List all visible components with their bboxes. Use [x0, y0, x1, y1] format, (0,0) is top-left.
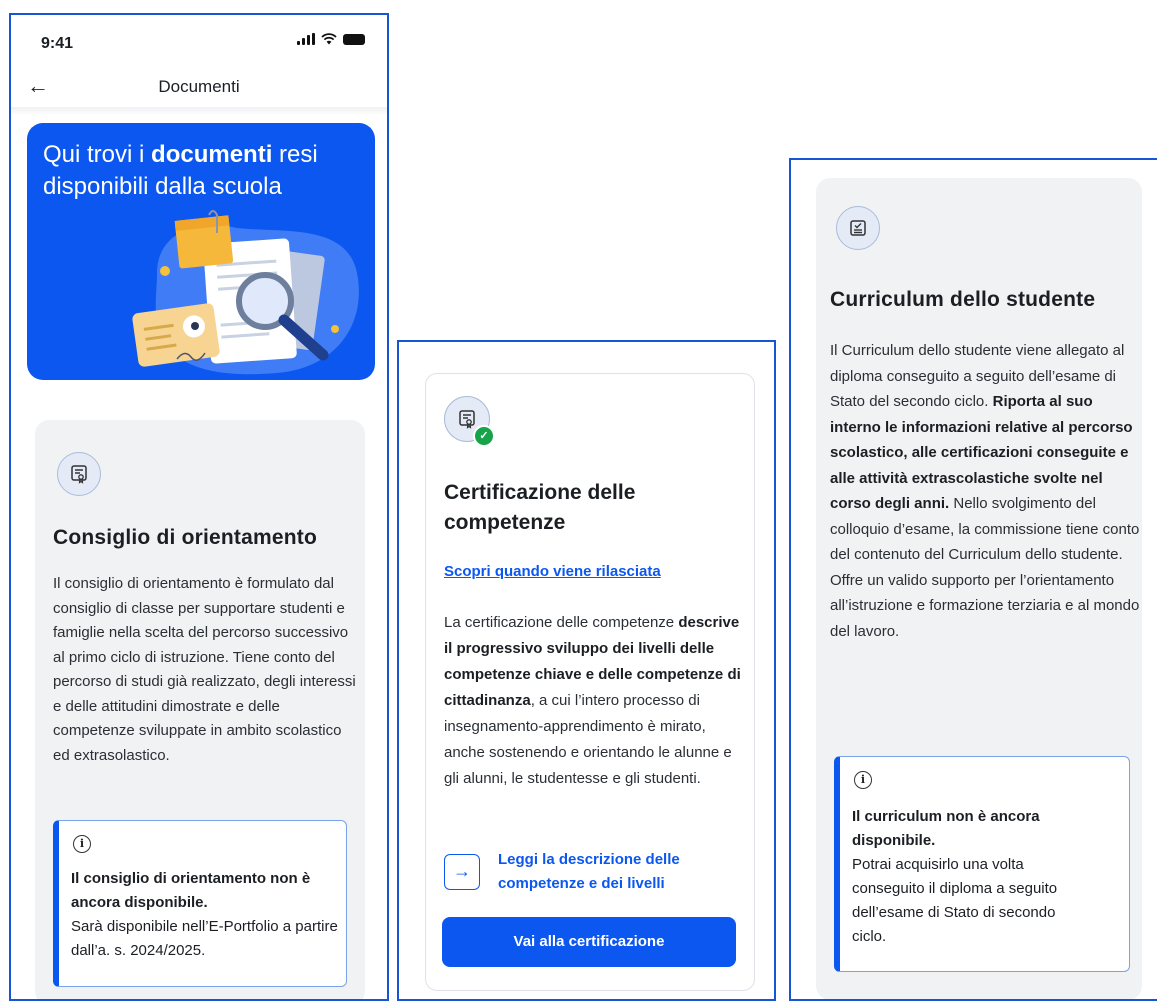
- notice-box: i Il curriculum non è ancora disponibile…: [834, 756, 1130, 972]
- certificate-check-icon: ✓: [444, 396, 495, 447]
- status-time: 9:41: [41, 35, 74, 52]
- card-description: La certificazione delle competenze descr…: [444, 610, 746, 792]
- check-badge-icon: ✓: [473, 425, 495, 447]
- wifi-icon: [321, 33, 337, 45]
- notice-description: Sarà disponibile nell’E-Portfolio a part…: [71, 918, 338, 959]
- top-navbar: ← Documenti: [11, 67, 387, 107]
- screen-curriculum: Curriculum dello studente Il Curriculum …: [789, 158, 1157, 1001]
- notice-text: Il curriculum non è ancora disponibile. …: [852, 805, 1072, 949]
- hero-banner: Qui trovi i documenti resi disponibili d…: [27, 123, 375, 380]
- card-certificazione-competenze: ✓ Certificazione delle competenze Scopri…: [425, 373, 755, 991]
- link-row: Scopri quando viene rilasciata: [444, 563, 661, 581]
- info-icon: i: [854, 771, 872, 789]
- page-title: Documenti: [158, 77, 240, 96]
- card-curriculum-studente: Curriculum dello studente Il Curriculum …: [816, 178, 1142, 999]
- notice-description: Potrai acquisirlo una volta conseguito i…: [852, 856, 1058, 945]
- card-title: Curriculum dello studente: [830, 288, 1096, 311]
- action-link[interactable]: Leggi la descrizione delle competenze e …: [498, 848, 718, 896]
- arrow-right-icon[interactable]: →: [444, 854, 480, 890]
- card-description: Il Curriculum dello studente viene alleg…: [830, 338, 1142, 644]
- signal-icon: [297, 33, 315, 45]
- navbar-shadow: [11, 107, 387, 115]
- documents-magnifier-illustration: [132, 210, 359, 375]
- screen-certificazione: ✓ Certificazione delle competenze Scopri…: [397, 340, 776, 1001]
- card-title: Consiglio di orientamento: [53, 526, 318, 549]
- battery-icon: [343, 33, 365, 45]
- status-bar: 9:41: [11, 15, 387, 67]
- vai-certificazione-button[interactable]: Vai alla certificazione: [442, 917, 736, 967]
- screen-documenti: 9:41 ← Documenti Qui trovi i documenti r…: [9, 13, 389, 1001]
- notice-title: Il curriculum non è ancora disponibile.: [852, 808, 1040, 849]
- notice-text: Il consiglio di orientamento non è ancor…: [71, 867, 341, 963]
- description-start: La certificazione delle competenze: [444, 614, 679, 631]
- checklist-document-icon: [836, 206, 880, 250]
- scopri-link[interactable]: Scopri quando viene rilasciata: [444, 563, 661, 580]
- notice-title: Il consiglio di orientamento non è ancor…: [71, 870, 311, 911]
- notice-box: i Il consiglio di orientamento non è anc…: [53, 820, 347, 987]
- certificate-icon: [57, 452, 101, 496]
- description-end: Nello svolgimento del colloquio d’esame,…: [830, 495, 1140, 640]
- info-icon: i: [73, 835, 91, 853]
- status-icons: [297, 33, 365, 45]
- card-title: Certificazione delle competenze: [444, 481, 636, 534]
- card-description: Il consiglio di orientamento è formulato…: [53, 575, 356, 764]
- card-consiglio-orientamento: Consiglio di orientamento Il consiglio d…: [35, 420, 365, 999]
